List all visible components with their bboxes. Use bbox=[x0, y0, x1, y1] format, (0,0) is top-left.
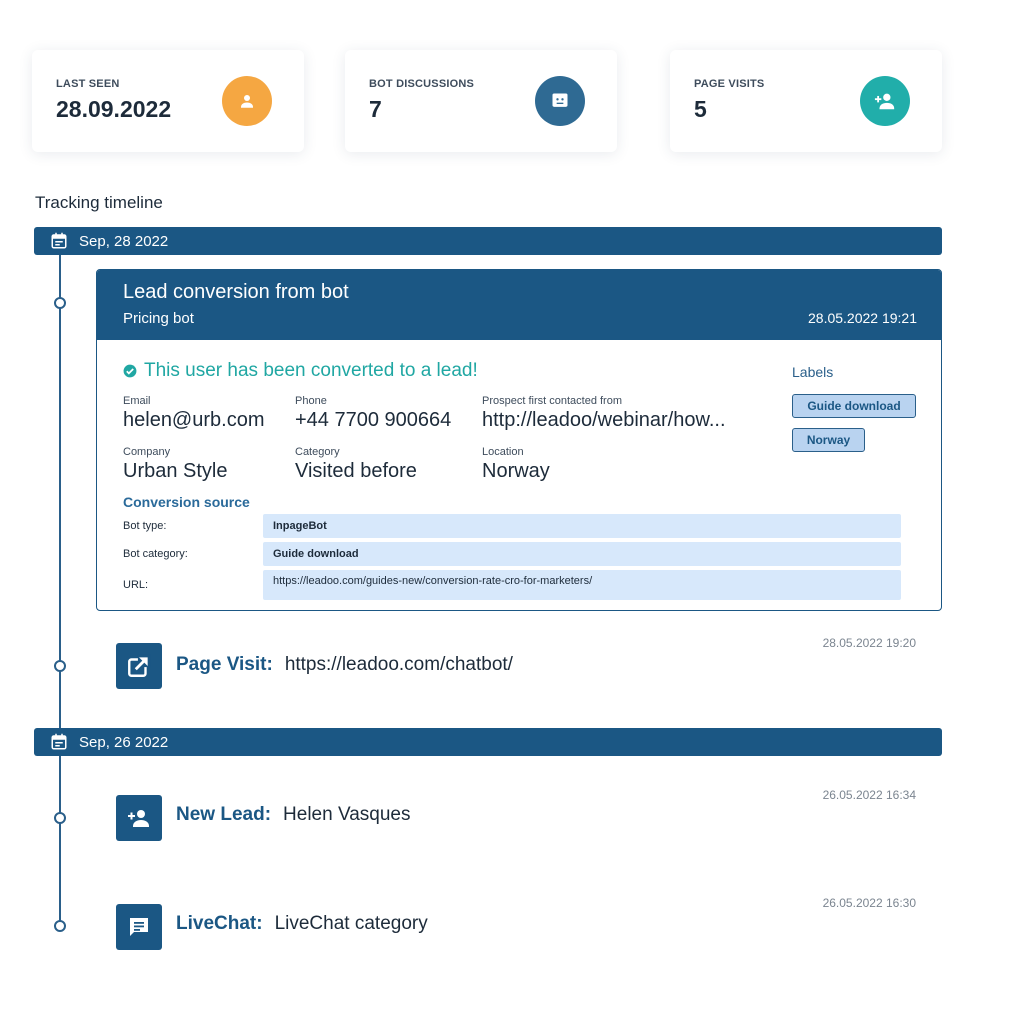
event-timestamp: 26.05.2022 16:34 bbox=[822, 788, 916, 802]
field-label: Prospect first contacted from bbox=[482, 395, 622, 407]
event-value: Helen Vasques bbox=[283, 804, 411, 825]
field-label: Category bbox=[295, 446, 340, 458]
calendar-icon bbox=[50, 232, 68, 250]
field-value: Norway bbox=[482, 460, 550, 482]
timeline-dot bbox=[54, 812, 66, 824]
chat-icon bbox=[116, 904, 162, 950]
lead-conversion-card: Lead conversion from bot Pricing bot 28.… bbox=[96, 269, 942, 611]
event-timestamp: 26.05.2022 16:30 bbox=[822, 896, 916, 910]
field-label: Company bbox=[123, 446, 171, 458]
stat-card-last-seen: LAST SEEN 28.09.2022 bbox=[32, 50, 304, 152]
label-tag[interactable]: Norway bbox=[792, 428, 865, 452]
field-value: Visited before bbox=[295, 460, 417, 482]
lead-card-timestamp: 28.05.2022 19:21 bbox=[808, 310, 917, 326]
date-bar: Sep, 28 2022 bbox=[34, 227, 942, 255]
conversion-source-row: Bot type: InpageBot bbox=[123, 514, 901, 538]
field-value: helen@urb.com bbox=[123, 409, 265, 431]
phone-field: Phone +44 7700 900664 bbox=[295, 395, 451, 432]
prospect-field: Prospect first contacted from http://lea… bbox=[482, 395, 726, 432]
timeline-dot bbox=[54, 920, 66, 932]
person-add-icon bbox=[860, 76, 910, 126]
conversion-source-title: Conversion source bbox=[123, 494, 250, 510]
conversion-source-row: URL: https://leadoo.com/guides-new/conve… bbox=[123, 570, 901, 600]
lead-card-header: Lead conversion from bot Pricing bot 28.… bbox=[97, 270, 941, 340]
source-label: URL: bbox=[123, 579, 149, 591]
source-label: Bot type: bbox=[123, 520, 167, 532]
converted-text: This user has been converted to a lead! bbox=[144, 360, 478, 381]
email-field: Email helen@urb.com bbox=[123, 395, 264, 432]
field-value: +44 7700 900664 bbox=[295, 409, 452, 431]
person-icon bbox=[222, 76, 272, 126]
calendar-icon bbox=[50, 733, 68, 751]
source-value: Guide download bbox=[263, 542, 901, 566]
section-title: Tracking timeline bbox=[35, 193, 163, 212]
converted-message: This user has been converted to a lead! bbox=[123, 360, 478, 382]
event-value-link[interactable]: https://leadoo.com/chatbot/ bbox=[285, 654, 513, 676]
stat-card-page-visits: PAGE VISITS 5 bbox=[670, 50, 942, 152]
date-label: Sep, 26 2022 bbox=[79, 733, 169, 751]
labels-title: Labels bbox=[792, 364, 834, 380]
field-label: Phone bbox=[295, 395, 327, 407]
conversion-source-row: Bot category: Guide download bbox=[123, 542, 901, 566]
lead-card-subtitle: Pricing bot bbox=[123, 310, 194, 327]
event-kind: LiveChat: bbox=[176, 913, 263, 934]
timeline-line bbox=[59, 240, 61, 928]
stat-card-bot-discussions: BOT DISCUSSIONS 7 bbox=[345, 50, 617, 152]
lead-card-title: Lead conversion from bot bbox=[123, 281, 349, 303]
source-label: Bot category: bbox=[123, 548, 188, 560]
field-label: Email bbox=[123, 395, 151, 407]
event-page-visit: Page Visit: https://leadoo.com/chatbot/ bbox=[176, 654, 513, 676]
person-add-icon bbox=[116, 795, 162, 841]
event-livechat: LiveChat: LiveChat category bbox=[176, 913, 428, 935]
company-field: Company Urban Style bbox=[123, 446, 228, 483]
category-field: Category Visited before bbox=[295, 446, 417, 483]
timeline-dot bbox=[54, 297, 66, 309]
source-value: InpageBot bbox=[263, 514, 901, 538]
label-tag[interactable]: Guide download bbox=[792, 394, 916, 418]
event-timestamp: 28.05.2022 19:20 bbox=[822, 636, 916, 650]
location-field: Location Norway bbox=[482, 446, 550, 483]
timeline-dot bbox=[54, 660, 66, 672]
date-bar: Sep, 26 2022 bbox=[34, 728, 942, 756]
event-kind: New Lead: bbox=[176, 804, 272, 825]
event-new-lead: New Lead: Helen Vasques bbox=[176, 804, 410, 826]
source-url-link[interactable]: https://leadoo.com/guides-new/conversion… bbox=[263, 570, 901, 600]
date-label: Sep, 28 2022 bbox=[79, 232, 169, 250]
field-value: Urban Style bbox=[123, 460, 228, 482]
check-circle-icon bbox=[123, 364, 137, 378]
external-link-icon bbox=[116, 643, 162, 689]
field-value: http://leadoo/webinar/how... bbox=[482, 409, 726, 431]
event-kind: Page Visit: bbox=[176, 654, 273, 675]
event-value: LiveChat category bbox=[274, 913, 428, 934]
chat-bot-icon bbox=[535, 76, 585, 126]
field-label: Location bbox=[482, 446, 524, 458]
